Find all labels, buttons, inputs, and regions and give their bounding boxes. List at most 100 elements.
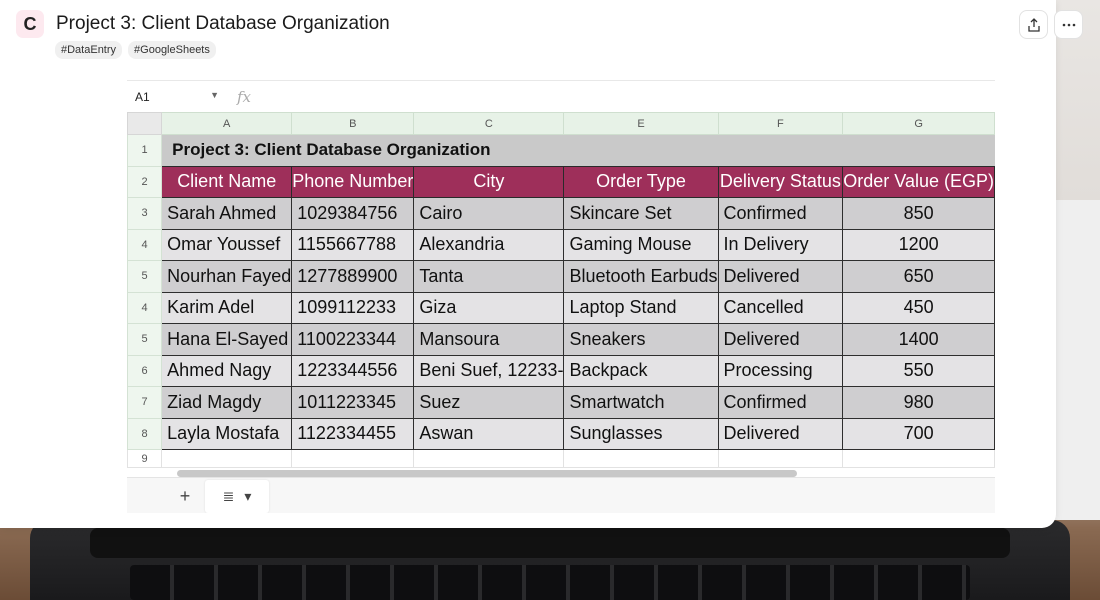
header-client-name[interactable]: Client Name	[161, 165, 293, 198]
tag-list: #DataEntry #GoogleSheets	[55, 41, 216, 59]
cell[interactable]: Confirmed	[717, 197, 844, 230]
row-header[interactable]: 3	[127, 197, 163, 230]
cell[interactable]: Delivered	[717, 260, 844, 293]
cell[interactable]: 1200	[842, 228, 995, 261]
column-header-b[interactable]: B	[291, 112, 415, 135]
empty-cell[interactable]	[161, 449, 293, 468]
row-header[interactable]: 5	[127, 323, 163, 356]
cell[interactable]: Skincare Set	[563, 197, 719, 230]
cell[interactable]: Alexandria	[413, 228, 565, 261]
app-logo[interactable]: C	[16, 10, 44, 38]
more-icon	[1062, 23, 1075, 26]
row-header[interactable]: 9	[127, 449, 163, 468]
column-header-e[interactable]: E	[563, 112, 719, 135]
tag-dataentry[interactable]: #DataEntry	[55, 41, 123, 59]
tag-googlesheets[interactable]: #GoogleSheets	[128, 41, 216, 59]
cell[interactable]: 1011223345	[291, 386, 415, 419]
sheet-grid: A B C E F G 1 Project 3: Client Database…	[127, 112, 995, 468]
column-header-c[interactable]: C	[413, 112, 565, 135]
row-header[interactable]: 8	[127, 417, 163, 450]
cell[interactable]: Hana El-Sayed	[161, 323, 293, 356]
cell[interactable]: Suez	[413, 386, 565, 419]
empty-cell[interactable]	[413, 449, 565, 468]
row-header[interactable]: 4	[127, 291, 163, 324]
cell[interactable]: Mansoura	[413, 323, 565, 356]
share-button[interactable]	[1019, 10, 1048, 39]
cell[interactable]: Smartwatch	[563, 386, 719, 419]
cell[interactable]: Backpack	[563, 354, 719, 387]
cell[interactable]: Sneakers	[563, 323, 719, 356]
empty-cell[interactable]	[563, 449, 719, 468]
header-city[interactable]: City	[413, 165, 565, 198]
table-row: 4 Karim Adel 1099112233 Giza Laptop Stan…	[127, 291, 995, 324]
row-header[interactable]: 2	[127, 165, 163, 198]
empty-cell[interactable]	[717, 449, 844, 468]
cell[interactable]: Omar Youssef	[161, 228, 293, 261]
cell[interactable]: Sarah Ahmed	[161, 197, 293, 230]
cell[interactable]: Nourhan Fayed	[161, 260, 293, 293]
cell[interactable]: Delivered	[717, 323, 844, 356]
cell[interactable]: 1029384756	[291, 197, 415, 230]
cell[interactable]: 1223344556	[291, 354, 415, 387]
row-header[interactable]: 7	[127, 386, 163, 419]
cell[interactable]: Bluetooth Earbuds	[563, 260, 719, 293]
all-sheets-button[interactable]: ≣ ▾	[205, 479, 269, 513]
cell[interactable]: 700	[842, 417, 995, 450]
empty-cell[interactable]	[842, 449, 995, 468]
project-card: C Project 3: Client Database Organizatio…	[0, 0, 1083, 528]
cell[interactable]: Ahmed Nagy	[161, 354, 293, 387]
cell[interactable]: Beni Suef, 12233-	[413, 354, 565, 387]
cell[interactable]: 1122334455	[291, 417, 415, 450]
corner-cell[interactable]	[127, 112, 163, 135]
cell[interactable]: Processing	[717, 354, 844, 387]
header-delivery-status[interactable]: Delivery Status	[717, 165, 844, 198]
cell[interactable]: Cairo	[413, 197, 565, 230]
cell[interactable]: 980	[842, 386, 995, 419]
cell[interactable]: 1400	[842, 323, 995, 356]
cell[interactable]: In Delivery	[717, 228, 844, 261]
fx-icon: fx	[237, 87, 252, 106]
header-order-value[interactable]: Order Value (EGP)	[842, 165, 995, 198]
column-header-a[interactable]: A	[161, 112, 293, 135]
cell[interactable]: Aswan	[413, 417, 565, 450]
cell[interactable]: Cancelled	[717, 291, 844, 324]
cell[interactable]: 1099112233	[291, 291, 415, 324]
cell[interactable]: Ziad Magdy	[161, 386, 293, 419]
header-phone-number[interactable]: Phone Number	[291, 165, 415, 198]
cell[interactable]: Delivered	[717, 417, 844, 450]
column-header-f[interactable]: F	[717, 112, 844, 135]
formula-input[interactable]	[261, 87, 995, 107]
row-header[interactable]: 1	[127, 134, 163, 167]
cell[interactable]: 850	[842, 197, 995, 230]
cell[interactable]: Gaming Mouse	[563, 228, 719, 261]
cell[interactable]: Tanta	[413, 260, 565, 293]
cell[interactable]: Karim Adel	[161, 291, 293, 324]
chevron-down-icon: ▼	[210, 89, 219, 100]
cell[interactable]: Layla Mostafa	[161, 417, 293, 450]
more-button[interactable]	[1054, 10, 1083, 39]
cell[interactable]: Sunglasses	[563, 417, 719, 450]
column-header-g[interactable]: G	[842, 112, 995, 135]
cell[interactable]: 650	[842, 260, 995, 293]
horizontal-scrollbar[interactable]	[177, 470, 797, 477]
laptop-hinge	[90, 528, 1010, 558]
cell[interactable]: Giza	[413, 291, 565, 324]
cell[interactable]: Confirmed	[717, 386, 844, 419]
cell[interactable]: 1100223344	[291, 323, 415, 356]
cell[interactable]: 1277889900	[291, 260, 415, 293]
row-header[interactable]: 5	[127, 260, 163, 293]
empty-cell[interactable]	[291, 449, 415, 468]
cell[interactable]: 1155667788	[291, 228, 415, 261]
page-title: Project 3: Client Database Organization	[56, 13, 390, 34]
name-box[interactable]: A1 ▼	[127, 90, 225, 104]
formula-bar: A1 ▼ fx	[127, 81, 995, 113]
add-sheet-button[interactable]: +	[165, 486, 205, 507]
row-header[interactable]: 4	[127, 228, 163, 261]
cell[interactable]: Laptop Stand	[563, 291, 719, 324]
row-header[interactable]: 6	[127, 354, 163, 387]
header-order-type[interactable]: Order Type	[563, 165, 719, 198]
laptop-keyboard	[130, 565, 970, 600]
cell[interactable]: 550	[842, 354, 995, 387]
cell[interactable]: 450	[842, 291, 995, 324]
sheet-title-cell[interactable]: Project 3: Client Database Organization	[161, 134, 995, 166]
